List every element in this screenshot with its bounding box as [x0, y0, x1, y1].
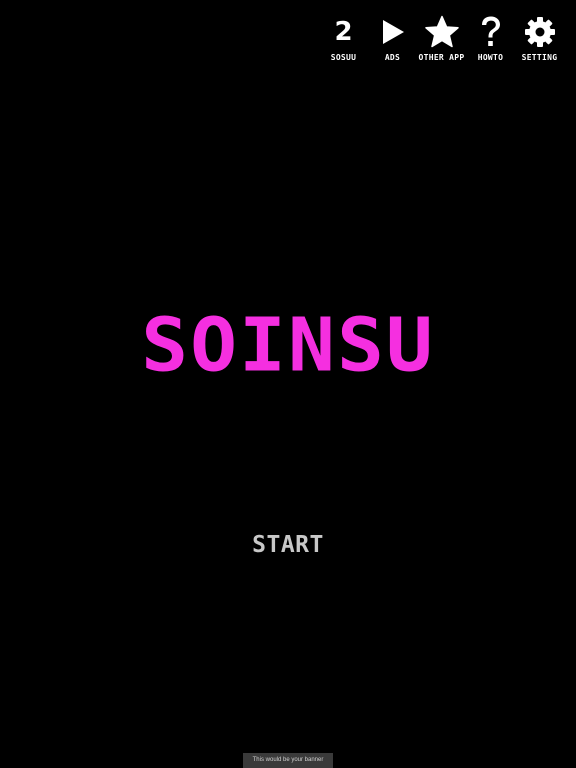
sosuu-count-display: 2 [334, 14, 352, 50]
ad-banner[interactable]: This would be your banner [243, 753, 333, 768]
other-app-button[interactable]: OTHER APP [417, 14, 466, 62]
game-title: SOINSU [141, 303, 435, 389]
setting-label: SETTING [521, 53, 558, 62]
setting-button[interactable]: SETTING [515, 14, 564, 62]
sosuu-button[interactable]: 2 SOSUU [319, 14, 368, 62]
top-menu: 2 SOSUU ADS OTHER APP HOWTO SETTING [319, 14, 564, 62]
howto-button[interactable]: HOWTO [466, 14, 515, 62]
sosuu-count: 2 [334, 17, 353, 47]
start-button[interactable]: START [238, 530, 338, 560]
question-icon [479, 14, 503, 50]
gear-icon [524, 14, 556, 50]
star-icon [424, 14, 459, 50]
play-icon [380, 14, 406, 50]
ads-button[interactable]: ADS [368, 14, 417, 62]
